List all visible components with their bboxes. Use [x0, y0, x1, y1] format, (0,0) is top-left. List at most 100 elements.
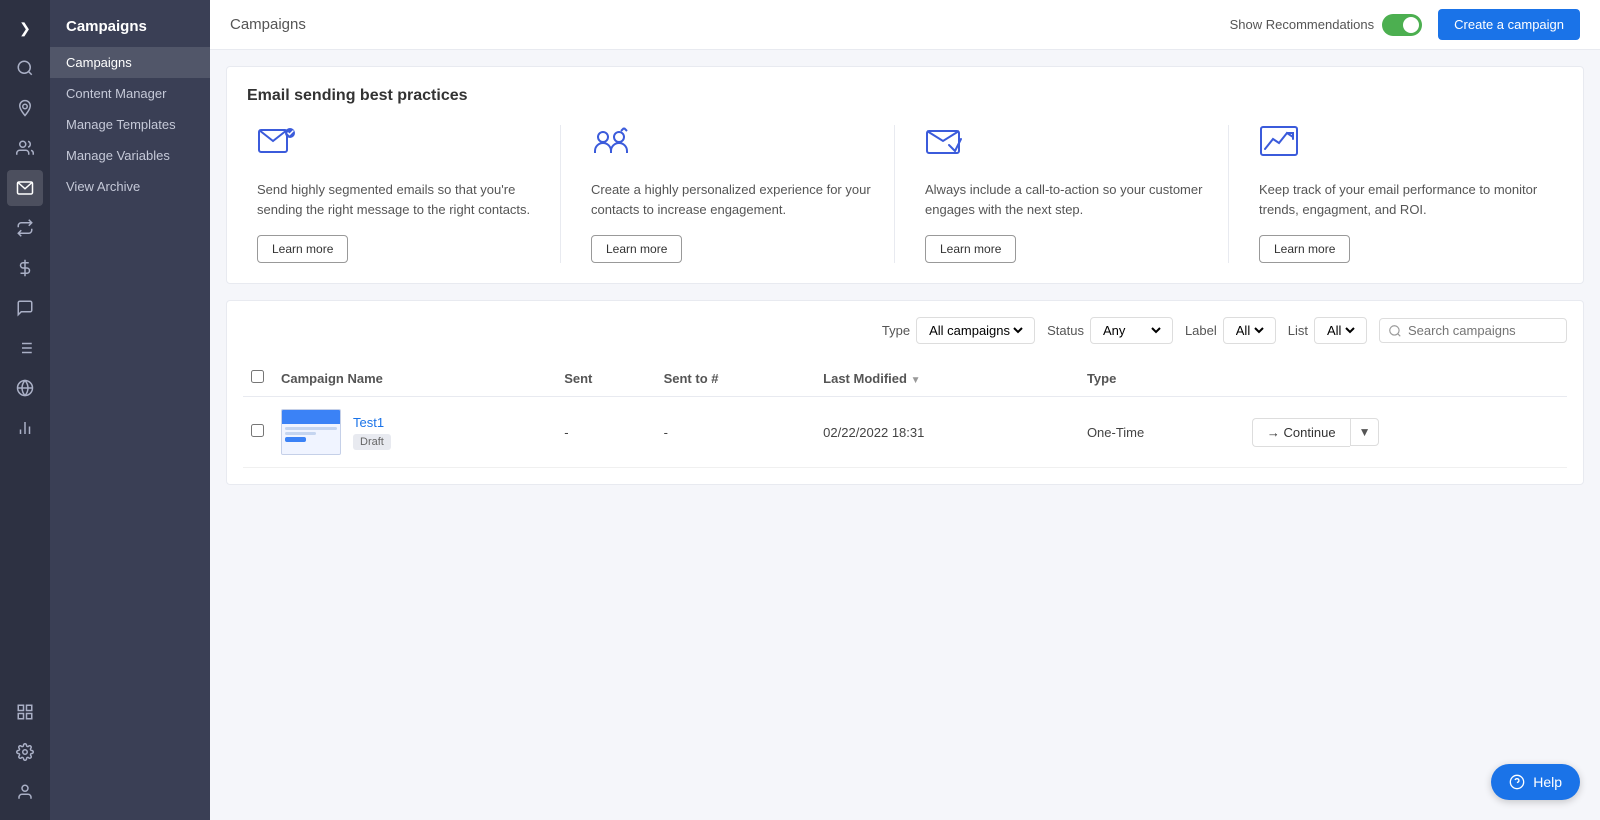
- label-select-input[interactable]: All: [1232, 322, 1267, 339]
- campaign-status-badge: Draft: [353, 434, 391, 450]
- campaign-name-cell: Test1 Draft: [281, 409, 548, 455]
- status-select-input[interactable]: Any Draft Active Paused: [1099, 322, 1164, 339]
- pages-icon-btn[interactable]: [7, 694, 43, 730]
- row-sent-cell: -: [556, 397, 655, 468]
- campaign-name-link[interactable]: Test1: [353, 415, 391, 430]
- type-select-input[interactable]: All campaigns One-Time Automated: [925, 322, 1026, 339]
- status-filter-select[interactable]: Any Draft Active Paused: [1090, 317, 1173, 344]
- search-input-wrapper[interactable]: [1379, 318, 1567, 343]
- bp-card-1-text: Send highly segmented emails so that you…: [257, 180, 550, 219]
- list-icon-btn[interactable]: [7, 330, 43, 366]
- best-practices-cards: Send highly segmented emails so that you…: [247, 125, 1563, 263]
- nav-item-view-archive[interactable]: View Archive: [50, 171, 210, 202]
- nav-item-manage-variables[interactable]: Manage Variables: [50, 140, 210, 171]
- campaign-thumbnail: [281, 409, 341, 455]
- main-content: Campaigns Show Recommendations Create a …: [210, 0, 1600, 820]
- contacts-icon-btn[interactable]: [7, 130, 43, 166]
- help-button[interactable]: Help: [1491, 764, 1580, 800]
- nav-item-manage-templates[interactable]: Manage Templates: [50, 109, 210, 140]
- bp-card-4-learn-more[interactable]: Learn more: [1259, 235, 1350, 263]
- status-filter-label: Status: [1047, 323, 1084, 338]
- search-input[interactable]: [1408, 323, 1558, 338]
- select-all-checkbox[interactable]: [251, 370, 264, 383]
- list-select-input[interactable]: All: [1323, 322, 1358, 339]
- top-bar: Campaigns Show Recommendations Create a …: [210, 0, 1600, 50]
- show-recommendations-group: Show Recommendations: [1230, 14, 1423, 36]
- col-last-modified[interactable]: Last Modified ▼: [815, 360, 1079, 397]
- continue-button[interactable]: → Continue: [1252, 418, 1350, 447]
- header-checkbox-cell: [243, 360, 273, 397]
- bp-card-4-text: Keep track of your email performance to …: [1259, 180, 1553, 219]
- personalize-icon: [591, 125, 631, 168]
- dollar-icon-btn[interactable]: [7, 250, 43, 286]
- label-filter-select[interactable]: All: [1223, 317, 1276, 344]
- row-action-cell: → Continue ▼: [1244, 397, 1567, 468]
- bp-card-2: Create a highly personalized experience …: [581, 125, 895, 263]
- search-icon: [1388, 324, 1402, 338]
- page-content: Email sending best practices Send highly: [210, 50, 1600, 820]
- nav-item-campaigns[interactable]: Campaigns: [50, 47, 210, 78]
- search-icon-btn[interactable]: [7, 50, 43, 86]
- table-header-row: Campaign Name Sent Sent to # Last Modifi…: [243, 360, 1567, 397]
- user-icon-btn[interactable]: [7, 774, 43, 810]
- best-practices-title: Email sending best practices: [247, 87, 1563, 105]
- icon-sidebar: ❯: [0, 0, 50, 820]
- bp-card-1-learn-more[interactable]: Learn more: [257, 235, 348, 263]
- nav-item-content-manager[interactable]: Content Manager: [50, 78, 210, 109]
- help-label: Help: [1533, 774, 1562, 790]
- col-action: [1244, 360, 1567, 397]
- list-filter-select[interactable]: All: [1314, 317, 1367, 344]
- row-sent-to-cell: -: [656, 397, 816, 468]
- col-campaign-name: Campaign Name: [273, 360, 556, 397]
- col-sent: Sent: [556, 360, 655, 397]
- continue-btn-wrapper: → Continue ▼: [1252, 418, 1559, 447]
- type-filter-select[interactable]: All campaigns One-Time Automated: [916, 317, 1035, 344]
- performance-icon: [1259, 125, 1299, 168]
- thumb-line-1: [285, 427, 337, 430]
- filters-row: Type All campaigns One-Time Automated St…: [243, 317, 1567, 344]
- col-sent-to: Sent to #: [656, 360, 816, 397]
- envelope-segment-icon: [257, 125, 297, 168]
- best-practices-section: Email sending best practices Send highly: [226, 66, 1584, 284]
- page-title: Campaigns: [230, 16, 306, 33]
- continue-dropdown-button[interactable]: ▼: [1350, 418, 1380, 446]
- nav-title: Campaigns: [50, 10, 210, 47]
- list-filter-label: List: [1288, 323, 1308, 338]
- email-icon-btn[interactable]: [7, 170, 43, 206]
- revenue-icon-btn[interactable]: [7, 210, 43, 246]
- list-filter-group: List All: [1288, 317, 1367, 344]
- table-row: Test1 Draft - - 02/22/2022 18:31 One-Tim…: [243, 397, 1567, 468]
- thumb-btn-line: [285, 437, 306, 442]
- bp-card-1: Send highly segmented emails so that you…: [247, 125, 561, 263]
- row-campaign-name-cell: Test1 Draft: [273, 397, 556, 468]
- recommendations-toggle[interactable]: [1382, 14, 1422, 36]
- bp-card-2-text: Create a highly personalized experience …: [591, 180, 884, 219]
- bp-card-3-learn-more[interactable]: Learn more: [925, 235, 1016, 263]
- help-icon: [1509, 774, 1525, 790]
- thumb-body: [282, 424, 340, 454]
- row-type-cell: One-Time: [1079, 397, 1244, 468]
- nav-sidebar: Campaigns Campaigns Content Manager Mana…: [50, 0, 210, 820]
- col-type: Type: [1079, 360, 1244, 397]
- chat-icon-btn[interactable]: [7, 290, 43, 326]
- status-filter-group: Status Any Draft Active Paused: [1047, 317, 1173, 344]
- row-last-modified-cell: 02/22/2022 18:31: [815, 397, 1079, 468]
- expand-sidebar-btn[interactable]: ❯: [7, 10, 43, 46]
- bp-card-2-learn-more[interactable]: Learn more: [591, 235, 682, 263]
- type-filter-label: Type: [882, 323, 910, 338]
- top-bar-right: Show Recommendations Create a campaign: [1230, 9, 1580, 40]
- sort-icon: ▼: [911, 375, 921, 386]
- settings-icon-btn[interactable]: [7, 734, 43, 770]
- location-icon-btn[interactable]: [7, 90, 43, 126]
- campaign-name-info: Test1 Draft: [353, 415, 391, 450]
- thumb-header: [282, 410, 340, 424]
- type-filter-group: Type All campaigns One-Time Automated: [882, 317, 1035, 344]
- create-campaign-button[interactable]: Create a campaign: [1438, 9, 1580, 40]
- bp-card-4: Keep track of your email performance to …: [1249, 125, 1563, 263]
- row-checkbox[interactable]: [251, 424, 264, 437]
- campaigns-table-section: Type All campaigns One-Time Automated St…: [226, 300, 1584, 485]
- row-checkbox-cell: [243, 397, 273, 468]
- globe-icon-btn[interactable]: [7, 370, 43, 406]
- thumb-line-2: [285, 432, 316, 435]
- chart-icon-btn[interactable]: [7, 410, 43, 446]
